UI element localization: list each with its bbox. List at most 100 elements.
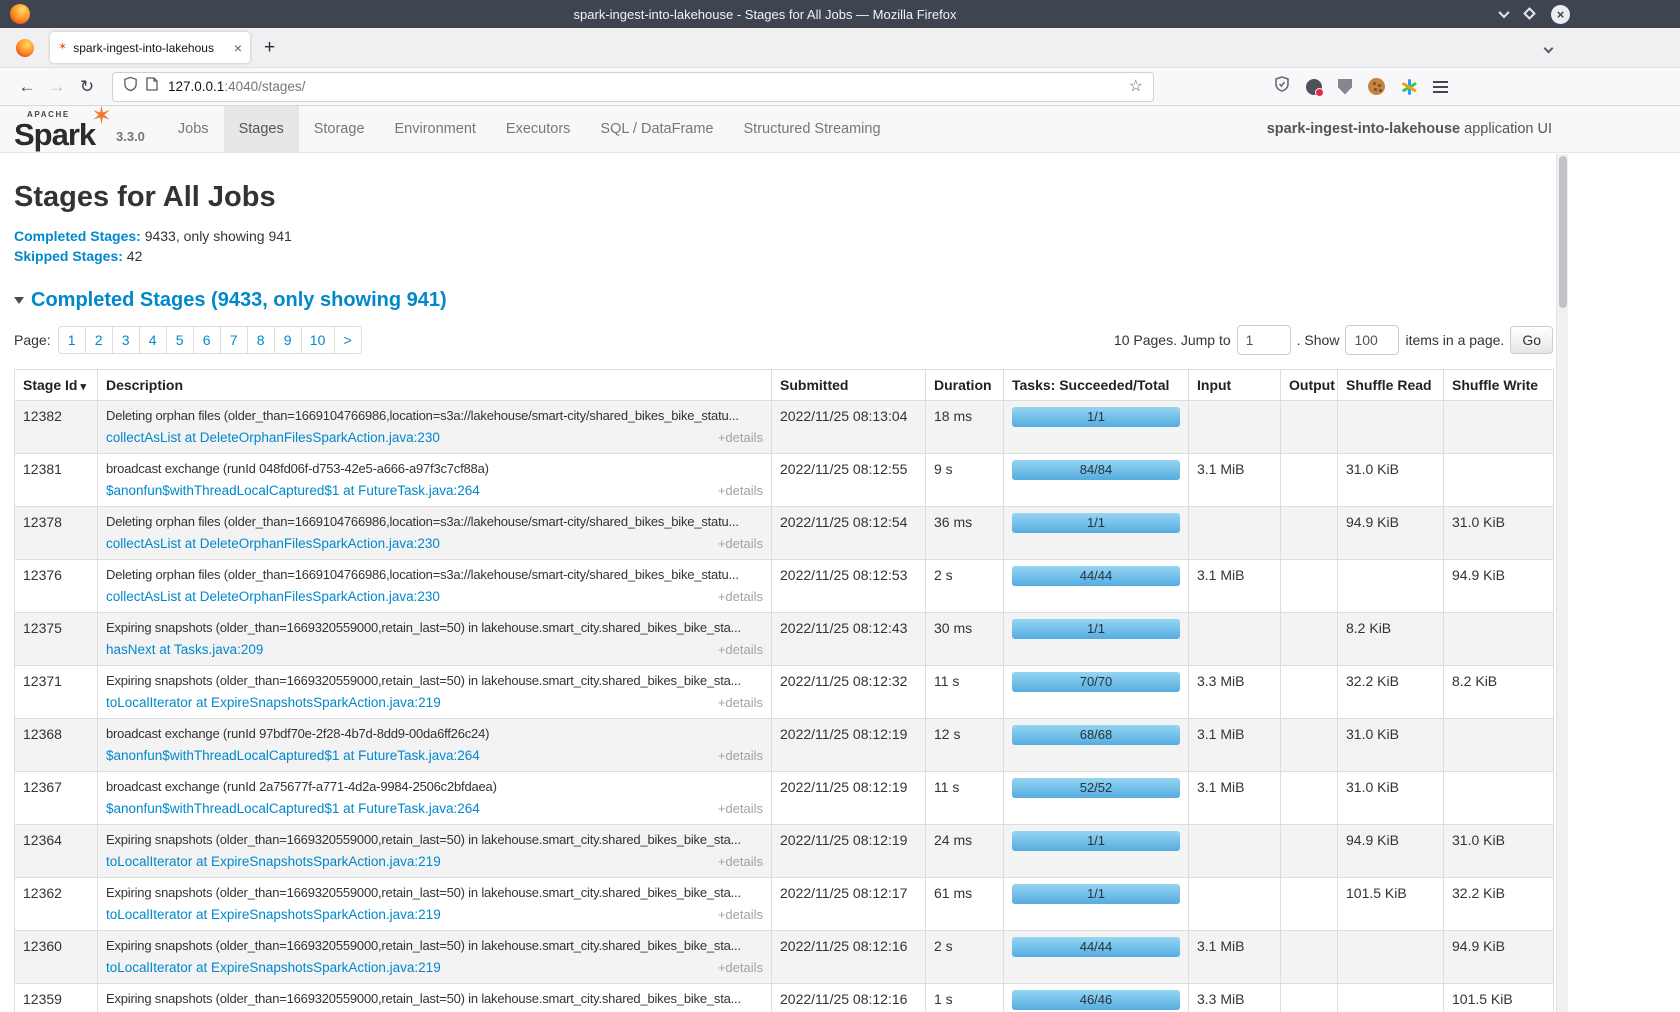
container-mask-extension-icon[interactable] [1306, 79, 1322, 95]
completed-stages-section-header[interactable]: Completed Stages (9433, only showing 941… [14, 289, 1680, 312]
spark-nav-item-stages[interactable]: Stages [224, 106, 299, 152]
column-header-input[interactable]: Input [1189, 370, 1281, 401]
forward-button[interactable]: → [42, 77, 72, 97]
description-cell: Expiring snapshots (older_than=166932055… [98, 825, 772, 878]
details-toggle[interactable]: +details [718, 429, 763, 447]
table-row: 12368broadcast exchange (runId 97bdf70e-… [15, 719, 1554, 772]
scrollbar-thumb[interactable] [1559, 156, 1567, 308]
page-button-1[interactable]: 1 [58, 326, 86, 354]
window-minimize-button[interactable] [1500, 5, 1508, 23]
spark-nav-link[interactable]: SQL / DataFrame [585, 106, 728, 152]
page-button-6[interactable]: 6 [193, 326, 221, 354]
spark-nav-item-environment[interactable]: Environment [380, 106, 491, 152]
column-header-tasks-succeeded-total[interactable]: Tasks: Succeeded/Total [1004, 370, 1189, 401]
column-header-shuffle-write[interactable]: Shuffle Write [1444, 370, 1554, 401]
go-button[interactable]: Go [1510, 326, 1553, 354]
tasks-cell: 68/68 [1004, 719, 1189, 772]
spark-nav-link[interactable]: Storage [299, 106, 380, 152]
details-toggle[interactable]: +details [718, 747, 763, 765]
page-button-7[interactable]: 7 [220, 326, 248, 354]
page-button-3[interactable]: 3 [112, 326, 140, 354]
menu-hamburger-button[interactable] [1433, 81, 1448, 93]
jump-to-page-input[interactable] [1237, 325, 1291, 355]
next-page-button[interactable]: > [334, 326, 362, 354]
cookie-extension-icon[interactable] [1368, 78, 1385, 95]
column-header-stage-id[interactable]: Stage Id▾ [15, 370, 98, 401]
completed-stages-link[interactable]: Completed Stages: [14, 228, 141, 244]
bookmark-star-icon[interactable]: ☆ [1129, 79, 1143, 95]
spark-nav-link[interactable]: Stages [224, 106, 299, 152]
spark-nav-item-structured-streaming[interactable]: Structured Streaming [729, 106, 896, 152]
details-toggle[interactable]: +details [718, 482, 763, 500]
details-toggle[interactable]: +details [718, 800, 763, 818]
stage-call-site-link[interactable]: toLocalIterator at ExpireSnapshotsSparkA… [106, 906, 441, 924]
duration-value: 2 s [934, 566, 995, 584]
details-toggle[interactable]: +details [718, 959, 763, 977]
spark-logo[interactable]: APACHE Spark ✶ [14, 106, 106, 150]
window-maximize-button[interactable] [1525, 5, 1534, 23]
page-info-icon[interactable] [146, 77, 158, 96]
stage-call-site-link[interactable]: collectAsList at DeleteOrphanFilesSparkA… [106, 429, 440, 447]
description-cell: broadcast exchange (runId 2a75677f-a771-… [98, 772, 772, 825]
spark-nav-item-sql-dataframe[interactable]: SQL / DataFrame [585, 106, 728, 152]
stage-call-site-link[interactable]: $anonfun$withThreadLocalCaptured$1 at Fu… [106, 800, 480, 818]
page-button-10[interactable]: 10 [301, 326, 335, 354]
stage-call-site-link[interactable]: hasNext at Tasks.java:209 [106, 641, 263, 659]
page-button-4[interactable]: 4 [139, 326, 167, 354]
details-toggle[interactable]: +details [718, 535, 763, 553]
reload-button[interactable]: ↻ [72, 77, 102, 97]
column-header-shuffle-read[interactable]: Shuffle Read [1338, 370, 1444, 401]
shield-check-extension-icon[interactable] [1274, 76, 1290, 97]
stage-call-site-link[interactable]: collectAsList at DeleteOrphanFilesSparkA… [106, 588, 440, 606]
stage-call-site-link[interactable]: toLocalIterator at ExpireSnapshotsSparkA… [106, 853, 441, 871]
column-header-description[interactable]: Description [98, 370, 772, 401]
stage-description-text: Deleting orphan files (older_than=166910… [106, 513, 763, 531]
details-toggle[interactable]: +details [718, 853, 763, 871]
back-button[interactable]: ← [12, 77, 42, 97]
stage-call-site-link[interactable]: toLocalIterator at ExpireSnapshotsSparkA… [106, 959, 441, 977]
tasks-progress-bar: 52/52 [1012, 778, 1180, 798]
window-close-button[interactable]: × [1551, 5, 1570, 24]
stage-call-site-link[interactable]: $anonfun$withThreadLocalCaptured$1 at Fu… [106, 482, 480, 500]
table-row: 12378Deleting orphan files (older_than=1… [15, 507, 1554, 560]
new-tab-button[interactable]: + [264, 37, 275, 59]
spark-nav-item-executors[interactable]: Executors [491, 106, 585, 152]
output-cell [1281, 719, 1338, 772]
items-per-page-input[interactable] [1345, 325, 1399, 355]
page-button-9[interactable]: 9 [274, 326, 302, 354]
spark-nav-link[interactable]: Jobs [163, 106, 224, 152]
page-button-2[interactable]: 2 [85, 326, 113, 354]
details-toggle[interactable]: +details [718, 641, 763, 659]
column-header-duration[interactable]: Duration [926, 370, 1004, 401]
spark-nav-link[interactable]: Structured Streaming [729, 106, 896, 152]
stage-call-site-link[interactable]: toLocalIterator at ExpireSnapshotsSparkA… [106, 694, 441, 712]
submitted-cell: 2022/11/25 08:12:19 [772, 719, 926, 772]
details-toggle[interactable]: +details [718, 906, 763, 924]
vertical-scrollbar[interactable] [1556, 154, 1568, 1012]
column-header-submitted[interactable]: Submitted [772, 370, 926, 401]
window-title: spark-ingest-into-lakehouse - Stages for… [30, 7, 1500, 22]
spark-nav-item-jobs[interactable]: Jobs [163, 106, 224, 152]
url-bar[interactable]: 127.0.0.1:4040/stages/ ☆ [112, 72, 1154, 102]
stage-id-cell: 12367 [15, 772, 98, 825]
skipped-stages-link[interactable]: Skipped Stages: [14, 248, 123, 264]
details-toggle[interactable]: +details [718, 694, 763, 712]
browser-tab[interactable]: ✶ spark-ingest-into-lakehous × [50, 32, 250, 63]
spark-nav-item-storage[interactable]: Storage [299, 106, 380, 152]
details-toggle[interactable]: +details [718, 588, 763, 606]
column-header-output[interactable]: Output [1281, 370, 1338, 401]
spark-nav-link[interactable]: Executors [491, 106, 585, 152]
stage-call-site-link[interactable]: $anonfun$withThreadLocalCaptured$1 at Fu… [106, 747, 480, 765]
tab-close-button[interactable]: × [234, 41, 242, 55]
page-button-8[interactable]: 8 [247, 326, 275, 354]
stage-id-cell: 12381 [15, 454, 98, 507]
spark-nav-link[interactable]: Environment [380, 106, 491, 152]
stage-call-site-link[interactable]: collectAsList at DeleteOrphanFilesSparkA… [106, 535, 440, 553]
table-row: 12375Expiring snapshots (older_than=1669… [15, 613, 1554, 666]
list-all-tabs-button[interactable] [1545, 39, 1552, 57]
shield-icon[interactable] [123, 76, 138, 97]
ublock-shield-extension-icon[interactable] [1338, 79, 1352, 95]
colorful-asterisk-extension-icon[interactable] [1401, 79, 1417, 95]
page-button-5[interactable]: 5 [166, 326, 194, 354]
firefox-view-button[interactable] [16, 39, 34, 57]
